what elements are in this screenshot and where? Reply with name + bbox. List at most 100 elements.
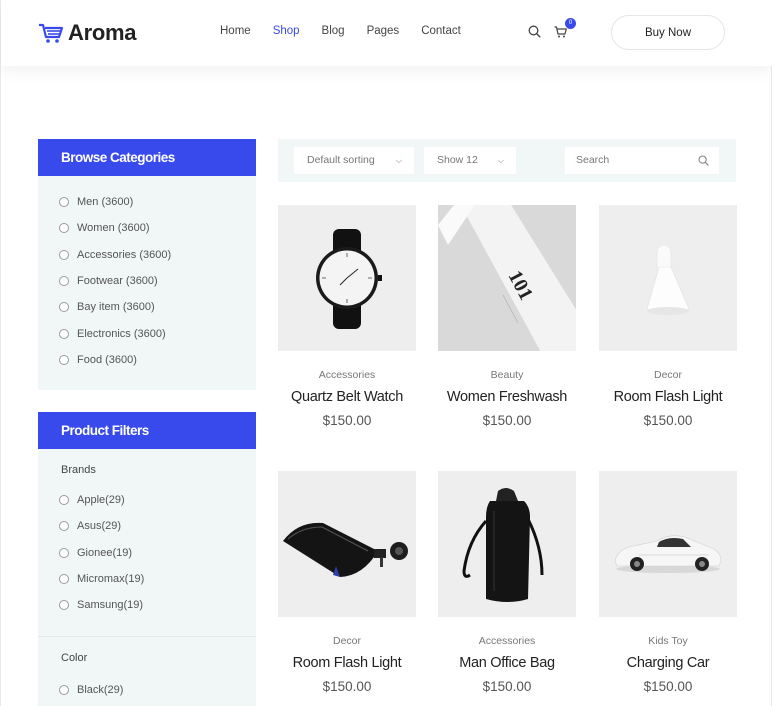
brand-item-micromax[interactable]: Micromax(19): [59, 566, 256, 592]
search-icon[interactable]: [698, 155, 709, 166]
brands-heading: Brands: [61, 464, 96, 476]
product-name[interactable]: Room Flash Light: [599, 389, 737, 405]
category-label: Footwear (3600): [77, 275, 158, 288]
chevron-down-icon: ⌵: [497, 156, 504, 165]
product-category: Accessories: [318, 369, 376, 381]
product-category: Kids Toy: [648, 635, 688, 647]
sort-select[interactable]: Default sorting ⌵: [294, 147, 414, 174]
category-item-men[interactable]: Men (3600): [59, 189, 256, 215]
product-category: Accessories: [478, 635, 536, 647]
bag-image[interactable]: [438, 471, 576, 617]
brand-item-asus[interactable]: Asus(29): [59, 513, 256, 539]
color-list: Black(29): [38, 672, 256, 702]
product-card[interactable]: Accessories Man Office Bag $150.00: [438, 471, 576, 694]
nav-home[interactable]: Home: [220, 25, 251, 37]
category-label: Accessories (3600): [77, 248, 172, 261]
brand-item-samsung[interactable]: Samsung(19): [59, 592, 256, 618]
category-label: Women (3600): [77, 222, 150, 235]
brand-label: Samsung(19): [77, 599, 144, 612]
product-price: $150.00: [482, 413, 532, 428]
filters-title: Product Filters: [38, 412, 256, 449]
product-category: Decor: [332, 635, 361, 647]
brand-item-gionee[interactable]: Gionee(19): [59, 540, 256, 566]
color-heading: Color: [61, 652, 88, 665]
lamp-image[interactable]: [599, 205, 737, 351]
product-card[interactable]: 101 Beauty Women Freshwash $150.00: [438, 205, 576, 428]
nav-blog[interactable]: Blog: [322, 25, 345, 37]
radio-button[interactable]: [59, 495, 69, 506]
brand-list: Apple(29) Asus(29) Gionee(19) Micromax(1…: [38, 484, 256, 618]
car-image[interactable]: [599, 471, 737, 617]
nav-shop[interactable]: Shop: [273, 25, 300, 37]
product-name[interactable]: Quartz Belt Watch: [278, 389, 416, 405]
brand-label: Asus(29): [77, 520, 122, 533]
radio-button[interactable]: [59, 684, 69, 695]
watch-image[interactable]: [278, 205, 416, 351]
product-filters-panel: Product Filters Brands Apple(29) Asus(29…: [38, 412, 256, 706]
product-price: $150.00: [643, 413, 693, 428]
radio-button[interactable]: [59, 302, 69, 313]
cart-count-badge: 0: [565, 18, 576, 29]
main-nav: Home Shop Blog Pages Contact: [220, 25, 483, 37]
radio-button[interactable]: [59, 328, 69, 339]
product-name[interactable]: Charging Car: [599, 655, 737, 671]
product-name[interactable]: Room Flash Light: [278, 655, 416, 671]
radio-button[interactable]: [59, 249, 69, 260]
radio-button[interactable]: [59, 276, 69, 287]
tube-image[interactable]: 101: [438, 205, 576, 351]
brand-label: Micromax(19): [77, 573, 145, 586]
category-item-bay-item[interactable]: Bay item (3600): [59, 294, 256, 320]
browse-categories-panel: Browse Categories Men (3600) Women (3600…: [38, 139, 256, 390]
pouch-image[interactable]: [278, 471, 416, 617]
radio-button[interactable]: [59, 547, 69, 558]
product-price: $150.00: [322, 679, 372, 694]
category-item-women[interactable]: Women (3600): [59, 215, 256, 241]
brand-label: Apple(29): [77, 494, 125, 507]
cart-logo-icon: [39, 23, 64, 43]
search-placeholder: Search: [576, 154, 610, 166]
category-label: Men (3600): [77, 196, 134, 209]
sort-value: Default sorting: [307, 154, 375, 166]
chevron-down-icon: ⌵: [395, 156, 402, 165]
category-label: Bay item (3600): [77, 301, 155, 314]
show-count-value: Show 12: [437, 154, 478, 166]
product-card[interactable]: Accessories Quartz Belt Watch $150.00: [278, 205, 416, 428]
product-price: $150.00: [643, 679, 693, 694]
product-search-input[interactable]: Search: [565, 147, 719, 174]
category-item-footwear[interactable]: Footwear (3600): [59, 268, 256, 294]
product-card[interactable]: Decor Room Flash Light $150.00: [599, 205, 737, 428]
show-count-select[interactable]: Show 12 ⌵: [424, 147, 516, 174]
page: Aroma Home Shop Blog Pages Contact 0 Buy…: [0, 0, 772, 706]
nav-pages[interactable]: Pages: [367, 25, 400, 37]
radio-button[interactable]: [59, 574, 69, 585]
shop-toolbar: Default sorting ⌵ Show 12 ⌵ Search: [278, 139, 736, 182]
radio-button[interactable]: [59, 600, 69, 611]
nav-contact[interactable]: Contact: [421, 25, 461, 37]
category-list: Men (3600) Women (3600) Accessories (360…: [38, 176, 256, 373]
brand-item-apple[interactable]: Apple(29): [59, 487, 256, 513]
categories-title: Browse Categories: [38, 139, 256, 176]
product-category: Beauty: [490, 369, 524, 381]
radio-button[interactable]: [59, 521, 69, 532]
buy-now-button[interactable]: Buy Now: [611, 15, 725, 50]
product-name[interactable]: Man Office Bag: [438, 655, 576, 671]
product-price: $150.00: [482, 679, 532, 694]
product-category: Decor: [653, 369, 682, 381]
brand-name: Aroma: [68, 20, 137, 45]
category-label: Electronics (3600): [77, 327, 166, 340]
color-label: Black(29): [77, 683, 124, 696]
radio-button[interactable]: [59, 197, 69, 208]
category-item-accessories[interactable]: Accessories (3600): [59, 242, 256, 268]
product-card[interactable]: Decor Room Flash Light $150.00: [278, 471, 416, 694]
category-item-food[interactable]: Food (3600): [59, 347, 256, 373]
radio-button[interactable]: [59, 223, 69, 234]
cart-icon[interactable]: [554, 26, 567, 38]
product-card[interactable]: Kids Toy Charging Car $150.00: [599, 471, 737, 694]
logo[interactable]: Aroma: [38, 20, 136, 46]
radio-button[interactable]: [59, 354, 69, 365]
search-icon[interactable]: [528, 25, 541, 38]
color-item-black[interactable]: Black(29): [59, 676, 256, 702]
brand-label: Gionee(19): [77, 546, 133, 559]
category-item-electronics[interactable]: Electronics (3600): [59, 320, 256, 346]
product-name[interactable]: Women Freshwash: [438, 389, 576, 405]
